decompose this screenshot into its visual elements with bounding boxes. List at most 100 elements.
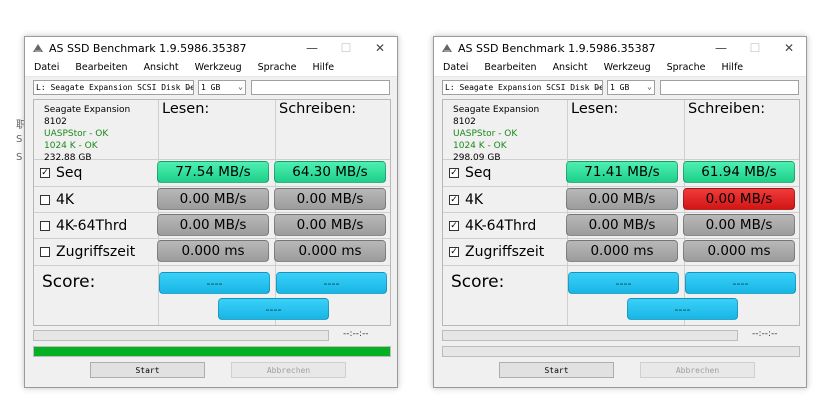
menu-bar: Datei Bearbeiten Ansicht Werkzeug Sprach… bbox=[25, 59, 397, 77]
test-4k-64thrd[interactable]: 4K-64Thrd bbox=[40, 213, 127, 238]
driver-status: UASPStor - OK bbox=[44, 129, 109, 139]
background-text: S bbox=[16, 152, 23, 163]
menu-ansicht[interactable]: Ansicht bbox=[553, 62, 588, 73]
menu-werkzeug[interactable]: Werkzeug bbox=[604, 62, 651, 73]
4k64-write-value: 0.00 MB/s bbox=[274, 214, 386, 236]
start-button[interactable]: Start bbox=[90, 362, 205, 378]
test-label: 4K bbox=[465, 191, 484, 208]
4k-read-value: 0.00 MB/s bbox=[157, 188, 269, 210]
access-read-value: 0.000 ms bbox=[566, 240, 678, 262]
access-write-value: 0.000 ms bbox=[683, 240, 795, 262]
drive-select[interactable]: L: Seagate Expansion SCSI Disk De ⌄ bbox=[33, 80, 194, 95]
overall-progress-bar bbox=[33, 346, 391, 357]
test-label: 4K bbox=[56, 191, 75, 208]
minimize-icon[interactable]: — bbox=[295, 37, 329, 59]
test-4k-64thrd[interactable]: ✓ 4K-64Thrd bbox=[449, 213, 536, 238]
test-access-time[interactable]: Zugriffszeit bbox=[40, 239, 135, 264]
title-bar[interactable]: AS SSD Benchmark 1.9.5986.35387 — ☐ ✕ bbox=[25, 37, 397, 59]
seq-read-value: 77.54 MB/s bbox=[157, 161, 269, 183]
seq-write-value: 64.30 MB/s bbox=[274, 161, 386, 183]
seq-write-value: 61.94 MB/s bbox=[683, 161, 795, 183]
checkbox[interactable] bbox=[40, 194, 50, 205]
drive-model: 8102 bbox=[44, 117, 67, 127]
access-write-value: 0.000 ms bbox=[274, 240, 386, 262]
test-label: Zugriffszeit bbox=[56, 243, 136, 260]
menu-ansicht[interactable]: Ansicht bbox=[144, 62, 179, 73]
drive-model: 8102 bbox=[453, 117, 476, 127]
minimize-icon[interactable]: — bbox=[704, 37, 738, 59]
extra-input-field[interactable] bbox=[660, 80, 799, 95]
window-title: AS SSD Benchmark 1.9.5986.35387 bbox=[49, 41, 247, 55]
score-total: ---- bbox=[627, 298, 738, 320]
menu-werkzeug[interactable]: Werkzeug bbox=[195, 62, 242, 73]
drive-info: Seagate Expansion 8102 UASPStor - OK 102… bbox=[453, 104, 539, 164]
checkbox[interactable]: ✓ bbox=[40, 167, 50, 178]
chevron-down-icon: ⌄ bbox=[595, 82, 600, 91]
checkbox[interactable] bbox=[40, 220, 50, 231]
menu-hilfe[interactable]: Hilfe bbox=[313, 62, 335, 73]
app-icon bbox=[442, 44, 452, 52]
menu-bearbeiten[interactable]: Bearbeiten bbox=[484, 62, 536, 73]
app-icon bbox=[33, 44, 43, 52]
column-read-header: Lesen: bbox=[162, 101, 210, 117]
4k-write-value: 0.00 MB/s bbox=[683, 188, 795, 210]
menu-bar: Datei Bearbeiten Ansicht Werkzeug Sprach… bbox=[434, 59, 806, 77]
test-seq[interactable]: ✓ Seq bbox=[449, 160, 491, 185]
close-icon[interactable]: ✕ bbox=[772, 37, 806, 59]
window-title: AS SSD Benchmark 1.9.5986.35387 bbox=[458, 41, 656, 55]
chevron-down-icon: ⌄ bbox=[647, 82, 652, 91]
driver-status: UASPStor - OK bbox=[453, 129, 518, 139]
column-write-header: Schreiben: bbox=[688, 101, 766, 117]
size-select-value: 1 GB bbox=[201, 83, 221, 92]
test-label: Seq bbox=[465, 164, 492, 181]
menu-sprache[interactable]: Sprache bbox=[667, 62, 706, 73]
maximize-icon: ☐ bbox=[340, 41, 352, 55]
4k64-read-value: 0.00 MB/s bbox=[157, 214, 269, 236]
drive-info: Seagate Expansion 8102 UASPStor - OK 102… bbox=[44, 104, 130, 164]
size-select[interactable]: 1 GB ⌄ bbox=[198, 80, 246, 95]
menu-bearbeiten[interactable]: Bearbeiten bbox=[75, 62, 127, 73]
column-write-header: Schreiben: bbox=[279, 101, 357, 117]
seq-read-value: 71.41 MB/s bbox=[566, 161, 678, 183]
benchmark-window-right: AS SSD Benchmark 1.9.5986.35387 — ☐ ✕ Da… bbox=[433, 36, 807, 388]
test-seq[interactable]: ✓ Seq bbox=[40, 160, 82, 185]
chevron-down-icon: ⌄ bbox=[238, 82, 243, 91]
menu-datei[interactable]: Datei bbox=[443, 62, 468, 73]
score-read: ---- bbox=[568, 272, 679, 294]
checkbox[interactable]: ✓ bbox=[449, 167, 459, 178]
test-label: Seq bbox=[56, 164, 83, 181]
drive-name: Seagate Expansion bbox=[453, 105, 540, 115]
results-grid: Seagate Expansion 8102 UASPStor - OK 102… bbox=[33, 99, 391, 326]
checkbox[interactable]: ✓ bbox=[449, 194, 459, 205]
score-write: ---- bbox=[276, 272, 387, 294]
drive-name: Seagate Expansion bbox=[44, 105, 131, 115]
4k64-read-value: 0.00 MB/s bbox=[566, 214, 678, 236]
start-button[interactable]: Start bbox=[499, 362, 614, 378]
menu-sprache[interactable]: Sprache bbox=[258, 62, 297, 73]
close-icon[interactable]: ✕ bbox=[363, 37, 397, 59]
test-access-time[interactable]: ✓ Zugriffszeit bbox=[449, 239, 544, 264]
test-label: 4K-64Thrd bbox=[465, 217, 537, 234]
elapsed-timer: --:--:-- bbox=[343, 329, 369, 339]
size-select[interactable]: 1 GB ⌄ bbox=[607, 80, 655, 95]
4k-read-value: 0.00 MB/s bbox=[566, 188, 678, 210]
chevron-down-icon: ⌄ bbox=[186, 82, 191, 91]
checkbox[interactable] bbox=[40, 246, 50, 257]
test-label: 4K-64Thrd bbox=[56, 217, 128, 234]
column-read-header: Lesen: bbox=[571, 101, 619, 117]
results-grid: Seagate Expansion 8102 UASPStor - OK 102… bbox=[442, 99, 800, 326]
menu-hilfe[interactable]: Hilfe bbox=[722, 62, 744, 73]
drive-select[interactable]: L: Seagate Expansion SCSI Disk De ⌄ bbox=[442, 80, 603, 95]
title-bar[interactable]: AS SSD Benchmark 1.9.5986.35387 — ☐ ✕ bbox=[434, 37, 806, 59]
score-label: Score: bbox=[451, 272, 505, 292]
progress-fill bbox=[34, 347, 390, 356]
extra-input-field[interactable] bbox=[251, 80, 390, 95]
menu-datei[interactable]: Datei bbox=[34, 62, 59, 73]
4k-write-value: 0.00 MB/s bbox=[274, 188, 386, 210]
abort-button: Abbrechen bbox=[640, 362, 755, 378]
score-total: ---- bbox=[218, 298, 329, 320]
checkbox[interactable]: ✓ bbox=[449, 246, 459, 257]
test-4k[interactable]: ✓ 4K bbox=[449, 187, 483, 212]
checkbox[interactable]: ✓ bbox=[449, 220, 459, 231]
test-4k[interactable]: 4K bbox=[40, 187, 74, 212]
